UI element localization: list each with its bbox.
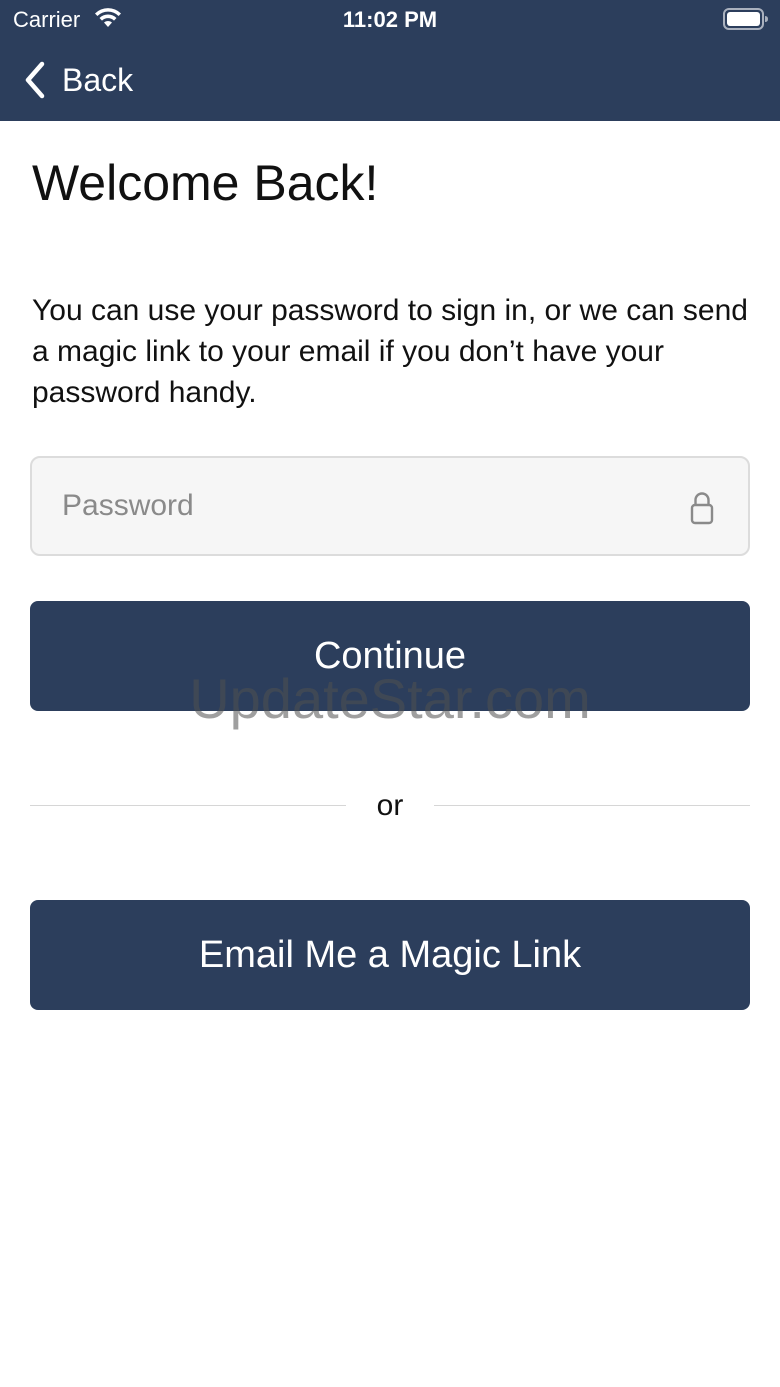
back-button[interactable]: Back [22, 58, 133, 102]
chevron-left-icon [25, 61, 45, 99]
status-time: 11:02 PM [342, 7, 438, 32]
password-input[interactable] [62, 458, 682, 554]
navigation-bar: Carrier 11:02 PM Back [0, 0, 780, 121]
continue-button[interactable]: Continue [30, 601, 750, 711]
battery-icon [723, 8, 768, 30]
page-description: You can use your password to sign in, or… [32, 294, 748, 409]
page-title: Welcome Back! [32, 155, 379, 211]
divider-line-left [30, 805, 346, 806]
lock-icon [690, 492, 714, 525]
back-label: Back [62, 62, 134, 98]
divider-text: or [376, 789, 404, 822]
status-bar: Carrier 11:02 PM [0, 0, 780, 40]
divider-line-right [434, 805, 750, 806]
password-field[interactable] [30, 456, 750, 556]
email-magic-link-button[interactable]: Email Me a Magic Link [30, 900, 750, 1010]
